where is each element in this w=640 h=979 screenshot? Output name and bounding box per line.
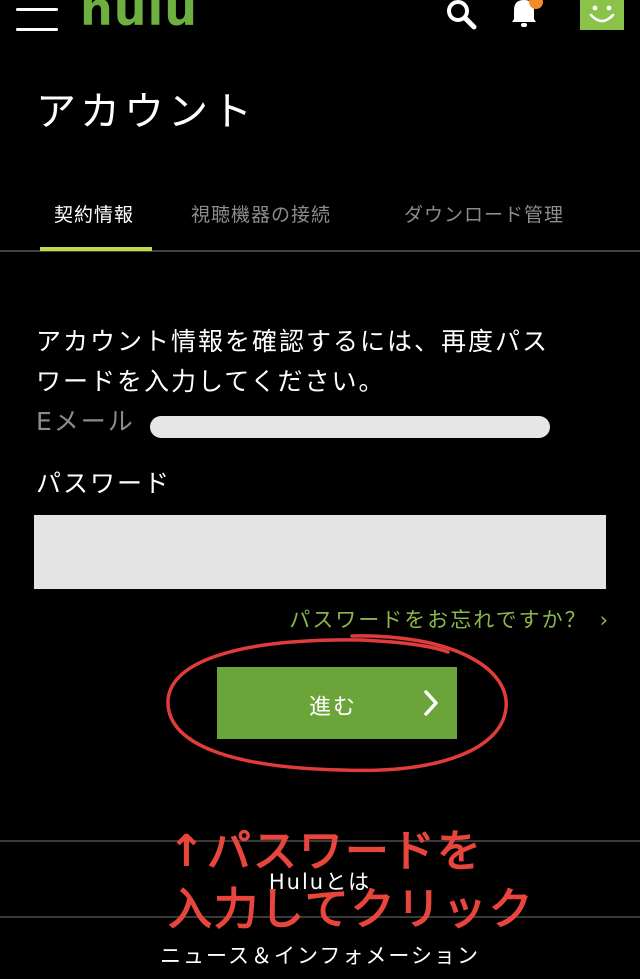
annotation-line-1: ↑パスワードを (168, 826, 483, 877)
hamburger-menu-icon[interactable] (16, 4, 58, 31)
chevron-right-icon: › (599, 608, 610, 632)
footer-link-news[interactable]: ニュース＆インフォメーション (0, 940, 640, 970)
email-label: Eメール (36, 407, 135, 436)
hulu-logo[interactable]: hulu (80, 0, 198, 32)
tab-device-connection[interactable]: 視聴機器の接続 (191, 202, 331, 228)
search-icon[interactable] (444, 0, 478, 30)
instruction-line-1: アカウント情報を確認するには、再度パス (36, 327, 550, 356)
instruction-text: アカウント情報を確認するには、再度パス ワードを入力してください。 (36, 322, 616, 402)
active-tab-indicator (40, 247, 152, 251)
page-title: アカウント (36, 89, 256, 135)
bell-icon[interactable] (506, 0, 544, 30)
smiley-avatar-icon[interactable] (580, 0, 624, 30)
instruction-line-2: ワードを入力してください。 (36, 367, 386, 396)
tab-download-management[interactable]: ダウンロード管理 (404, 202, 564, 228)
account-tabs: 契約情報 視聴機器の接続 ダウンロード管理 (0, 192, 640, 252)
password-label: パスワード (36, 469, 172, 498)
email-redaction (150, 416, 550, 438)
tab-contract-info[interactable]: 契約情報 (54, 202, 134, 228)
password-input[interactable] (34, 515, 606, 589)
annotation-line-2: 入力してクリック (168, 884, 535, 935)
header: hulu (0, 0, 640, 40)
annotation-circle (166, 634, 508, 773)
